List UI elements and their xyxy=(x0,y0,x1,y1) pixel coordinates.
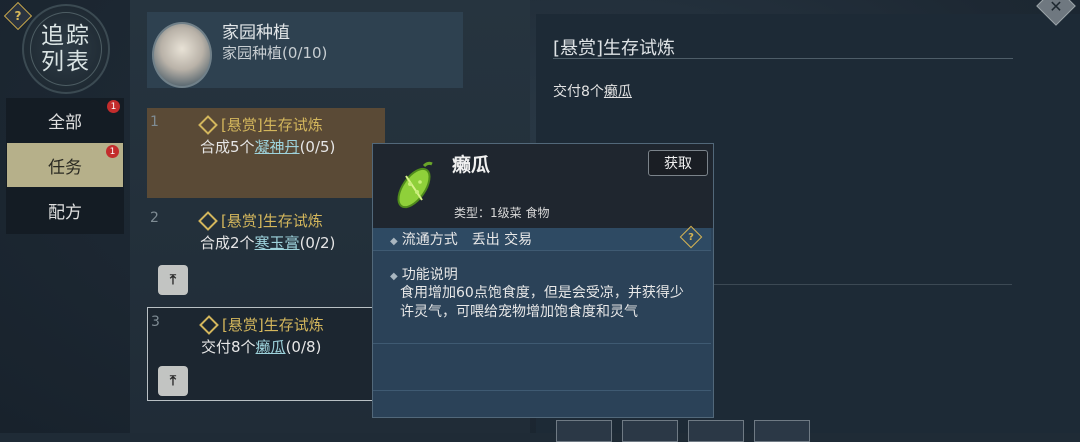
divider xyxy=(553,58,1013,59)
objective-prefix: 交付8个 xyxy=(201,338,256,356)
quest-diamond-icon xyxy=(198,210,218,231)
tooltip-item-name: 癞瓜 xyxy=(452,154,491,176)
reward-slot[interactable] xyxy=(622,420,678,442)
divider xyxy=(712,284,1012,285)
objective-prefix: 合成5个 xyxy=(200,138,255,156)
quest-tag: [悬赏]生存试炼 xyxy=(199,314,324,335)
objective-count: (0/8) xyxy=(285,338,322,356)
item-link[interactable]: 癞瓜 xyxy=(604,84,632,100)
quest-diamond-icon xyxy=(199,314,219,335)
item-link[interactable]: 凝神丹 xyxy=(255,138,300,156)
quest-number: 1 xyxy=(150,114,159,130)
divider xyxy=(373,390,711,391)
requirement-prefix: 交付8个 xyxy=(553,84,604,100)
quest-diamond-icon xyxy=(198,114,218,135)
bullet-icon: ◆ xyxy=(390,236,398,247)
emblem-line-2: 列表 xyxy=(41,49,91,75)
quest-number: 3 xyxy=(151,314,160,330)
tooltip-function-text: 食用增加60点饱食度，但是会受凉，并获得少许灵气，可喂给宠物增加饱食度和灵气 xyxy=(400,285,684,320)
divider xyxy=(373,250,711,251)
home-card-title: 家园种植 xyxy=(222,23,290,43)
item-link[interactable]: 寒玉膏 xyxy=(255,234,300,252)
bullet-icon: ◆ xyxy=(390,271,398,282)
emblem-line-1: 追踪 xyxy=(41,23,91,49)
objective-count: (0/2) xyxy=(299,234,336,252)
quest-tag-label: [悬赏]生存试炼 xyxy=(221,212,323,230)
category-recipes[interactable]: 配方 xyxy=(6,188,124,232)
quest-tag: [悬赏]生存试炼 xyxy=(198,114,323,135)
notification-badge: 1 xyxy=(107,100,120,113)
quest-objective: 合成5个凝神丹(0/5) xyxy=(200,136,335,157)
category-all[interactable]: 全部 1 xyxy=(6,98,124,142)
divider xyxy=(373,343,711,344)
reward-slot[interactable] xyxy=(556,420,612,442)
notification-badge: 1 xyxy=(106,145,119,158)
tooltip-type: 类型：1级菜 食物 xyxy=(454,206,550,220)
category-label: 全部 xyxy=(48,112,82,133)
quest-objective: 合成2个寒玉膏(0/2) xyxy=(200,232,335,253)
quest-objective: 交付8个癞瓜(0/8) xyxy=(201,336,321,357)
detail-requirement: 交付8个癞瓜 xyxy=(553,81,632,101)
reward-slot[interactable] xyxy=(688,420,744,442)
quest-tag: [悬赏]生存试炼 xyxy=(198,210,323,231)
quest-tag-label: [悬赏]生存试炼 xyxy=(221,116,323,134)
avatar xyxy=(152,22,212,88)
tracking-list-emblem: 追踪 列表 xyxy=(22,4,110,94)
home-card-progress: 家园种植(0/10) xyxy=(222,44,328,62)
category-list: 全部 1 任务 1 配方 xyxy=(6,98,124,234)
emblem-text: 追踪 列表 xyxy=(24,6,108,92)
category-tasks[interactable]: 任务 1 xyxy=(7,143,123,187)
bitter-melon-icon xyxy=(397,161,433,209)
arrow-up-icon[interactable]: ⤒ xyxy=(158,265,188,295)
quest-number: 2 xyxy=(150,210,159,226)
tooltip-circulation: ◆ 流通方式 丢出 交易 xyxy=(390,229,532,249)
category-label: 任务 xyxy=(48,157,82,178)
detail-title: [悬赏]生存试炼 xyxy=(553,38,676,59)
objective-prefix: 合成2个 xyxy=(200,234,255,252)
obtain-button[interactable]: 获取 xyxy=(648,150,708,176)
quest-tag-label: [悬赏]生存试炼 xyxy=(222,316,324,334)
quest-item-1[interactable]: 1 [悬赏]生存试炼 合成5个凝神丹(0/5) xyxy=(147,108,385,198)
objective-count: (0/5) xyxy=(299,138,336,156)
item-link[interactable]: 癞瓜 xyxy=(256,338,286,356)
arrow-up-icon[interactable]: ⤒ xyxy=(158,366,188,396)
reward-slot[interactable] xyxy=(754,420,810,442)
function-header-text: 功能说明 xyxy=(401,267,458,283)
tooltip-function-header: ◆ 功能说明 xyxy=(390,264,458,284)
category-label: 配方 xyxy=(48,202,82,223)
circulation-text: 流通方式 丢出 交易 xyxy=(401,232,533,248)
